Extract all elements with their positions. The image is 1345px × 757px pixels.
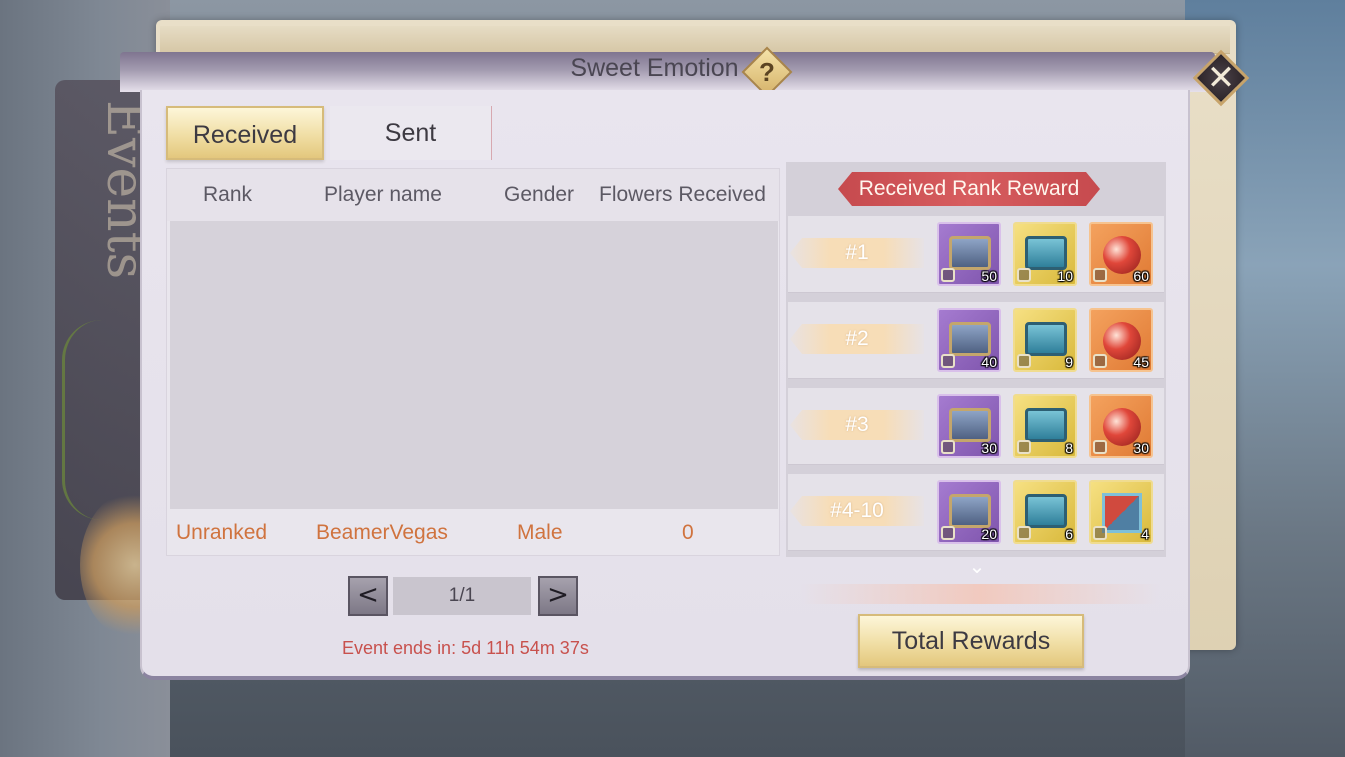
lock-icon — [941, 268, 955, 282]
close-icon: ✕ — [1206, 58, 1236, 98]
chevron-left-icon: < — [357, 580, 379, 610]
table-body-empty — [170, 221, 778, 509]
decorative-glow — [800, 584, 1160, 604]
chest-shape — [1025, 236, 1067, 270]
chest-shape — [949, 494, 991, 528]
window-title-text: Sweet Emotion — [570, 54, 739, 82]
blue-chest-icon[interactable]: 10 — [1013, 222, 1077, 286]
reward-row: #1 50 10 60 — [788, 216, 1164, 293]
lock-icon — [941, 354, 955, 368]
column-header-player-name: Player name — [324, 183, 442, 206]
reward-row: #4-10 20 6 4 — [788, 474, 1164, 551]
chest-shape — [949, 408, 991, 442]
item-quantity: 40 — [981, 354, 997, 370]
next-page-button[interactable]: > — [538, 576, 578, 616]
item-quantity: 4 — [1141, 526, 1149, 542]
reward-rank-label: #1 — [790, 238, 924, 268]
item-quantity: 6 — [1065, 526, 1073, 542]
blue-chest-icon[interactable]: 9 — [1013, 308, 1077, 372]
red-orb-icon[interactable]: 60 — [1089, 222, 1153, 286]
lock-icon — [1093, 440, 1107, 454]
help-symbol: ? — [759, 57, 775, 87]
item-quantity: 10 — [1057, 268, 1073, 284]
lock-icon — [1017, 526, 1031, 540]
self-player-name: BeamerVegas — [316, 521, 448, 544]
self-flowers-received: 0 — [682, 521, 694, 544]
item-quantity: 30 — [981, 440, 997, 456]
column-header-flowers-received: Flowers Received — [599, 183, 766, 206]
lock-icon — [1017, 268, 1031, 282]
self-gender: Male — [517, 521, 563, 544]
reward-rank-label: #2 — [790, 324, 924, 354]
chest-shape — [1025, 322, 1067, 356]
item-quantity: 45 — [1133, 354, 1149, 370]
close-button[interactable]: ✕ — [1192, 49, 1250, 107]
item-quantity: 50 — [981, 268, 997, 284]
blue-chest-icon[interactable]: 8 — [1013, 394, 1077, 458]
scroll-top-rod — [160, 26, 1230, 54]
red-orb-icon[interactable]: 30 — [1089, 394, 1153, 458]
chest-shape — [1025, 494, 1067, 528]
leaderboard-table: Rank Player name Gender Flowers Received… — [166, 168, 780, 556]
chevron-down-icon[interactable]: ⌄ — [962, 556, 992, 576]
purple-chest-icon[interactable]: 20 — [937, 480, 1001, 544]
item-quantity: 60 — [1133, 268, 1149, 284]
item-quantity: 20 — [981, 526, 997, 542]
lock-icon — [1093, 268, 1107, 282]
purple-chest-icon[interactable]: 40 — [937, 308, 1001, 372]
item-quantity: 8 — [1065, 440, 1073, 456]
tab-received[interactable]: Received — [166, 106, 324, 160]
self-rank: Unranked — [176, 521, 268, 544]
gift-cube-icon[interactable]: 4 — [1089, 480, 1153, 544]
chest-shape — [1025, 408, 1067, 442]
item-quantity: 9 — [1065, 354, 1073, 370]
reward-row: #3 30 8 30 — [788, 388, 1164, 465]
reward-rank-label: #3 — [790, 410, 924, 440]
total-rewards-button[interactable]: Total Rewards — [858, 614, 1084, 668]
table-header: Rank Player name Gender Flowers Received — [167, 169, 779, 221]
item-quantity: 30 — [1133, 440, 1149, 456]
lock-icon — [941, 526, 955, 540]
blue-chest-icon[interactable]: 6 — [1013, 480, 1077, 544]
chest-shape — [949, 236, 991, 270]
window-title: Sweet Emotion — [0, 54, 1345, 83]
lock-icon — [1017, 440, 1031, 454]
reward-rank-label: #4-10 — [790, 496, 924, 526]
lock-icon — [1093, 354, 1107, 368]
page-indicator: 1/1 — [393, 577, 531, 615]
red-orb-icon[interactable]: 45 — [1089, 308, 1153, 372]
purple-chest-icon[interactable]: 30 — [937, 394, 1001, 458]
prev-page-button[interactable]: < — [348, 576, 388, 616]
event-countdown: Event ends in: 5d 11h 54m 37s — [342, 638, 589, 658]
lock-icon — [1093, 526, 1107, 540]
willow-leaves — [62, 320, 132, 520]
chevron-right-icon: > — [547, 580, 569, 610]
reward-row: #2 40 9 45 — [788, 302, 1164, 379]
column-header-rank: Rank — [203, 183, 253, 206]
tab-sent[interactable]: Sent — [330, 106, 492, 160]
purple-chest-icon[interactable]: 50 — [937, 222, 1001, 286]
reward-header: Received Rank Reward — [838, 172, 1100, 206]
column-header-gender: Gender — [504, 183, 575, 206]
chest-shape — [949, 322, 991, 356]
cube-shape — [1102, 493, 1142, 533]
lock-icon — [941, 440, 955, 454]
lock-icon — [1017, 354, 1031, 368]
